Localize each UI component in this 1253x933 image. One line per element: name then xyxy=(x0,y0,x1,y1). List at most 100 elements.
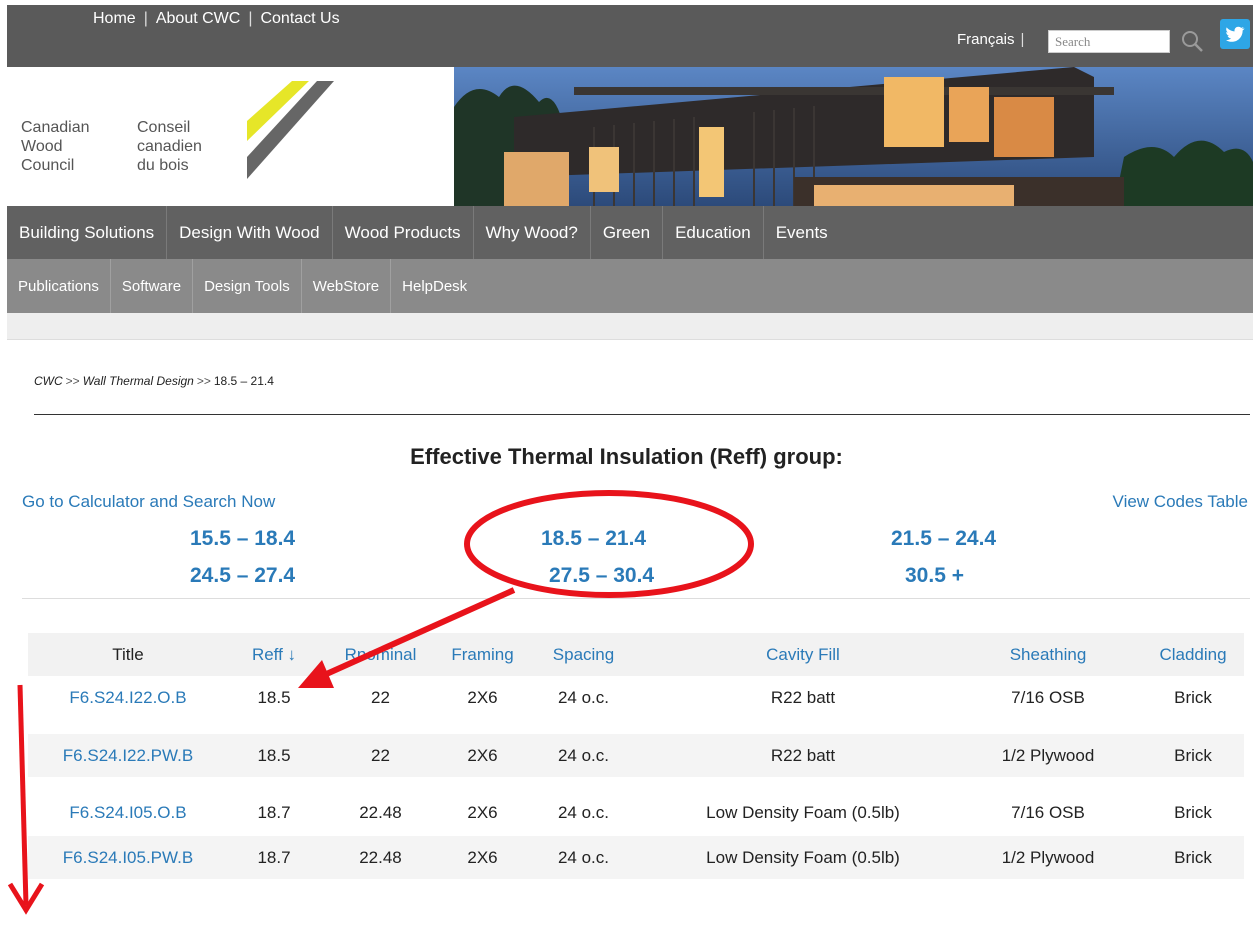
hero-house-image xyxy=(454,67,1253,206)
logo-line: canadien xyxy=(137,138,202,155)
cell-sheathing: 7/16 OSB xyxy=(1011,802,1085,822)
nav-wood-products[interactable]: Wood Products xyxy=(333,206,474,259)
logo-line: du bois xyxy=(137,157,189,174)
breadcrumb-current: 18.5 – 21.4 xyxy=(213,374,274,388)
cell-framing: 2X6 xyxy=(467,802,498,822)
cell-rnominal: 22 xyxy=(371,745,390,765)
contact-link[interactable]: Contact Us xyxy=(260,10,339,28)
logo-line: Council xyxy=(21,157,75,174)
calculator-link[interactable]: Go to Calculator and Search Now xyxy=(22,492,275,512)
col-cladding-sort[interactable]: Cladding xyxy=(1148,633,1238,676)
col-sheathing-sort[interactable]: Sheathing xyxy=(978,633,1118,676)
logo-line: Canadian xyxy=(21,119,90,136)
logo-line: Conseil xyxy=(137,119,191,136)
logo-stripes-icon xyxy=(247,81,334,179)
row-title-link[interactable]: F6.S24.I05.O.B xyxy=(28,791,228,834)
row-title-link[interactable]: F6.S24.I22.PW.B xyxy=(28,734,228,777)
range-link-30-5[interactable]: 30.5 + xyxy=(905,564,964,588)
cell-rnominal: 22.48 xyxy=(359,847,402,867)
cell-cavity-fill: Low Density Foam (0.5lb) xyxy=(706,847,900,867)
french-link[interactable]: Français xyxy=(957,31,1015,48)
nav-why-wood[interactable]: Why Wood? xyxy=(474,206,591,259)
sub-nav: Publications Software Design Tools WebSt… xyxy=(7,259,1253,313)
cell-cavity-fill: Low Density Foam (0.5lb) xyxy=(706,802,900,822)
lang-separator: | xyxy=(1020,31,1025,48)
search-input[interactable]: Search xyxy=(1048,30,1170,53)
cell-cladding: Brick xyxy=(1174,687,1212,707)
site-header: Canadian Wood Council Conseil canadien d… xyxy=(7,67,1253,206)
cell-framing: 2X6 xyxy=(467,745,498,765)
cell-cavity-fill: R22 batt xyxy=(770,687,836,707)
top-link-separator: | xyxy=(143,10,148,27)
col-reff-sort[interactable]: Reff ↓ xyxy=(238,633,310,676)
breadcrumb-parent[interactable]: Wall Thermal Design xyxy=(83,374,194,388)
nav-spacer-strip xyxy=(7,313,1253,340)
language-switch: Français | xyxy=(957,31,1024,48)
row-title-link[interactable]: F6.S24.I22.O.B xyxy=(28,676,228,719)
cell-cladding: Brick xyxy=(1174,802,1212,822)
top-link-separator: | xyxy=(248,10,253,27)
twitter-icon[interactable] xyxy=(1220,19,1250,49)
nav-building-solutions[interactable]: Building Solutions xyxy=(7,206,168,259)
cell-rnominal: 22.48 xyxy=(359,802,402,822)
cell-framing: 2X6 xyxy=(467,847,498,867)
section-divider xyxy=(22,598,1250,599)
subnav-design-tools[interactable]: Design Tools xyxy=(193,259,302,313)
cell-cladding: Brick xyxy=(1174,847,1212,867)
breadcrumb: CWC >> Wall Thermal Design >> 18.5 – 21.4 xyxy=(34,374,274,388)
home-link[interactable]: Home xyxy=(93,10,136,28)
nav-design-with-wood[interactable]: Design With Wood xyxy=(167,206,333,259)
cell-spacing: 24 o.c. xyxy=(557,802,610,822)
col-rnominal-sort[interactable]: Rnominal xyxy=(328,633,433,676)
about-link[interactable]: About CWC xyxy=(156,10,240,28)
search-icon[interactable] xyxy=(1179,28,1205,54)
range-link-21-5[interactable]: 21.5 – 24.4 xyxy=(891,527,996,551)
col-spacing-sort[interactable]: Spacing xyxy=(536,633,631,676)
logo-french[interactable]: Conseil canadien du bois xyxy=(137,118,202,175)
range-link-24-5[interactable]: 24.5 – 27.4 xyxy=(190,564,295,588)
col-title: Title xyxy=(112,644,144,664)
breadcrumb-root[interactable]: CWC xyxy=(34,374,63,388)
logo-line: Wood xyxy=(21,138,63,155)
page-title: Effective Thermal Insulation (Reff) grou… xyxy=(410,444,843,469)
cell-sheathing: 1/2 Plywood xyxy=(1001,847,1095,867)
codes-table-link[interactable]: View Codes Table xyxy=(1113,492,1248,512)
cell-rnominal: 22 xyxy=(371,687,390,707)
nav-education[interactable]: Education xyxy=(663,206,764,259)
nav-events[interactable]: Events xyxy=(764,206,840,259)
table-row: F6.S24.I05.O.B 18.7 22.48 2X6 24 o.c. Lo… xyxy=(28,791,1244,834)
subnav-publications[interactable]: Publications xyxy=(7,259,111,313)
cell-sheathing: 7/16 OSB xyxy=(1011,687,1085,707)
subnav-helpdesk[interactable]: HelpDesk xyxy=(391,259,478,313)
range-link-27-5[interactable]: 27.5 – 30.4 xyxy=(549,564,654,588)
main-nav: Building Solutions Design With Wood Wood… xyxy=(7,206,1253,259)
breadcrumb-sep: >> xyxy=(65,374,80,388)
subnav-software[interactable]: Software xyxy=(111,259,194,313)
down-arrow-head xyxy=(7,882,45,915)
top-utility-bar: Home | About CWC | Contact Us Français | … xyxy=(7,5,1253,67)
range-link-15-5[interactable]: 15.5 – 18.4 xyxy=(190,527,295,551)
table-row: F6.S24.I22.O.B 18.5 22 2X6 24 o.c. R22 b… xyxy=(28,676,1244,719)
breadcrumb-sep: >> xyxy=(196,374,211,388)
down-arrow-line xyxy=(17,684,29,906)
table-row: F6.S24.I22.PW.B 18.5 22 2X6 24 o.c. R22 … xyxy=(28,734,1244,777)
subnav-webstore[interactable]: WebStore xyxy=(302,259,392,313)
divider xyxy=(34,414,1250,415)
logo-english[interactable]: Canadian Wood Council xyxy=(21,118,90,175)
top-links: Home | About CWC | Contact Us xyxy=(93,10,340,28)
cell-cladding: Brick xyxy=(1174,745,1212,765)
cell-spacing: 24 o.c. xyxy=(557,847,610,867)
row-title-link[interactable]: F6.S24.I05.PW.B xyxy=(28,836,228,879)
cell-reff: 18.7 xyxy=(257,847,291,867)
cell-reff: 18.5 xyxy=(257,687,291,707)
cell-reff: 18.5 xyxy=(257,745,291,765)
table-row: F6.S24.I05.PW.B 18.7 22.48 2X6 24 o.c. L… xyxy=(28,836,1244,879)
cell-reff: 18.7 xyxy=(257,802,291,822)
col-cavity-fill-sort[interactable]: Cavity Fill xyxy=(658,633,948,676)
col-framing-sort[interactable]: Framing xyxy=(440,633,525,676)
range-link-18-5[interactable]: 18.5 – 21.4 xyxy=(541,527,646,551)
nav-green[interactable]: Green xyxy=(591,206,664,259)
cell-framing: 2X6 xyxy=(467,687,498,707)
cell-spacing: 24 o.c. xyxy=(557,687,610,707)
cell-spacing: 24 o.c. xyxy=(557,745,610,765)
